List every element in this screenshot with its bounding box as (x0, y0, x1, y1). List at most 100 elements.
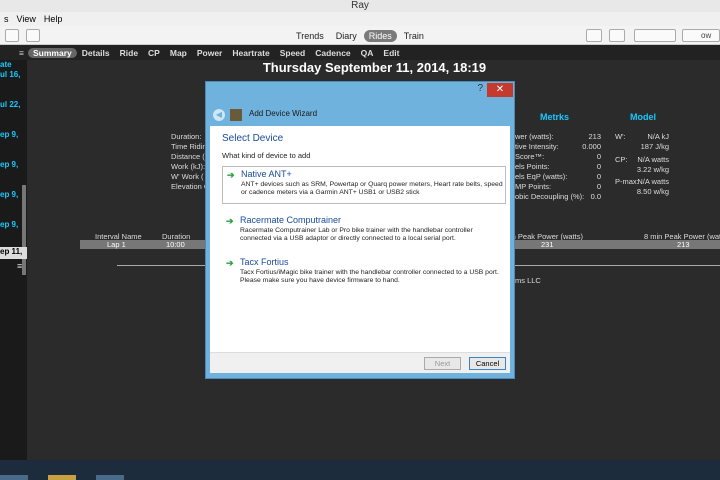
tab-speed[interactable]: Speed (275, 48, 311, 58)
taskbar-item[interactable] (96, 475, 124, 480)
tab-details[interactable]: Details (77, 48, 115, 58)
metric-value: 0 (596, 162, 601, 171)
sidebar-scrollbar[interactable] (22, 185, 26, 275)
view-tab-diary[interactable]: Diary (331, 30, 362, 42)
menu-bar: s View Help (0, 12, 720, 26)
metric-value: 0 (596, 172, 601, 181)
tab-qa[interactable]: QA (356, 48, 379, 58)
metric-value: 0 (596, 152, 601, 161)
model-value: N/A kJ (647, 132, 669, 141)
metric-label: MP Points: (515, 182, 552, 191)
option-title: Native ANT+ (241, 169, 292, 179)
next-button[interactable]: Next (424, 357, 461, 370)
option-description: Racermate Computrainer Lab or Pro bike t… (240, 227, 473, 242)
metric-label: obic Decoupling (%): (515, 192, 585, 201)
option-description: ANT+ devices such as SRM, Powertap or Qu… (241, 181, 503, 196)
interval-name: Lap 1 (107, 240, 126, 249)
summary-label: Distance ( (171, 152, 205, 161)
metric-label: wer (watts): (515, 132, 554, 141)
layout-style-button[interactable] (634, 29, 676, 42)
metric-label: els EqP (watts): (515, 172, 568, 181)
summary-label: Elevation G (171, 182, 210, 191)
arrow-right-icon: ➔ (227, 170, 235, 180)
search-box[interactable]: ow (682, 29, 720, 42)
metric-label: els Points: (515, 162, 550, 171)
footer-text: ms LLC (515, 276, 541, 285)
dialog-body: Select Device What kind of device to add… (210, 126, 510, 373)
taskbar (0, 460, 720, 480)
ride-list-item[interactable]: ul 22, (0, 100, 20, 109)
menu-icon[interactable]: ≡ (0, 48, 28, 58)
summary-label: Work (kJ): (171, 162, 206, 171)
ride-title: Thursday September 11, 2014, 18:19 (262, 60, 487, 75)
ride-list-item[interactable]: ep 9, (0, 190, 18, 199)
tab-power[interactable]: Power (192, 48, 228, 58)
dialog-footer: Next Cancel (210, 352, 510, 373)
tab-ride[interactable]: Ride (115, 48, 143, 58)
device-option-computrainer[interactable]: ➔ Racermate Computrainer Racermate Compu… (222, 213, 506, 249)
summary-label: Time Ridin (171, 142, 207, 151)
metric-label: tive Intensity: (515, 142, 559, 151)
summary-label: Duration: (171, 132, 202, 141)
help-icon[interactable]: ? (477, 83, 483, 94)
option-title: Tacx Fortius (240, 257, 289, 267)
device-option-native-ant[interactable]: ➔ Native ANT+ ANT+ devices such as SRM, … (222, 166, 506, 204)
menu-item-help[interactable]: Help (40, 12, 67, 26)
dialog-heading: Select Device (222, 133, 284, 144)
model-header: Model (630, 112, 656, 122)
view-tab-rides[interactable]: Rides (363, 29, 397, 42)
arrow-right-icon: ➔ (226, 258, 234, 268)
view-tab-train[interactable]: Train (399, 30, 429, 42)
wizard-icon (230, 109, 242, 121)
dialog-question: What kind of device to add (222, 151, 311, 160)
option-title: Racermate Computrainer (240, 215, 342, 225)
close-button[interactable]: ✕ (487, 83, 513, 97)
cancel-button[interactable]: Cancel (469, 357, 506, 370)
tab-map[interactable]: Map (165, 48, 192, 58)
tab-edit[interactable]: Edit (378, 48, 404, 58)
sidebar-menu-icon[interactable]: ≡ (17, 261, 22, 271)
metric-value: 0.0 (590, 192, 601, 201)
model-value: N/A watts (637, 155, 669, 164)
model-label: W': (615, 132, 626, 141)
interval-peak: 231 (541, 240, 554, 249)
ride-list-item[interactable]: ul 16, (0, 70, 20, 79)
ride-list-item[interactable]: ep 9, (0, 130, 18, 139)
model-value: 8.50 w/kg (636, 187, 669, 196)
metrics-header: Metrks (540, 112, 570, 122)
layout-sidebar-button[interactable] (586, 29, 602, 42)
option-description: Tacx Fortius/iMagic bike trainer with th… (240, 269, 499, 284)
dialog-title: Add Device Wizard (249, 109, 318, 118)
metric-value: 213 (588, 132, 601, 141)
chart-tabs: ≡ Summary Details Ride CP Map Power Hear… (0, 45, 720, 60)
metric-value: 0.000 (582, 142, 601, 151)
add-device-dialog: ? ✕ ◀ Add Device Wizard Select Device Wh… (205, 81, 515, 379)
toolbar: Trends Diary Rides Train ow (0, 26, 720, 45)
model-value: 187 J/kg (640, 142, 669, 151)
summary-label: W' Work ( (171, 172, 204, 181)
tab-heartrate[interactable]: Heartrate (227, 48, 274, 58)
model-value: 3.22 w/kg (636, 165, 669, 174)
device-option-tacx-fortius[interactable]: ➔ Tacx Fortius Tacx Fortius/iMagic bike … (222, 255, 506, 291)
interval-peak8: 213 (677, 240, 690, 249)
taskbar-item[interactable] (0, 475, 28, 480)
menu-item-file[interactable]: s (0, 12, 13, 26)
ride-list-item[interactable]: ate (0, 60, 12, 69)
arrow-right-icon: ➔ (226, 216, 234, 226)
model-value: N/A watts (637, 177, 669, 186)
view-tab-trends[interactable]: Trends (291, 30, 329, 42)
back-arrow-icon[interactable]: ◀ (213, 109, 225, 121)
tab-summary[interactable]: Summary (28, 47, 77, 58)
ride-list-item[interactable]: ep 9, (0, 220, 18, 229)
tab-cp[interactable]: CP (143, 48, 165, 58)
ride-list-sidebar: ate ul 16, ul 22, ep 9, ep 9, ep 9, ep 9… (0, 60, 27, 460)
metric-value: 0 (596, 182, 601, 191)
ride-list-item[interactable]: ep 9, (0, 160, 18, 169)
metric-label: Score™: (515, 152, 545, 161)
layout-bottom-button[interactable] (609, 29, 625, 42)
menu-item-view[interactable]: View (13, 12, 40, 26)
taskbar-item[interactable] (48, 475, 76, 480)
interval-duration: 10:00 (166, 240, 185, 249)
tab-cadence[interactable]: Cadence (310, 48, 355, 58)
ride-list-item-selected[interactable]: ep 11, (0, 247, 27, 259)
